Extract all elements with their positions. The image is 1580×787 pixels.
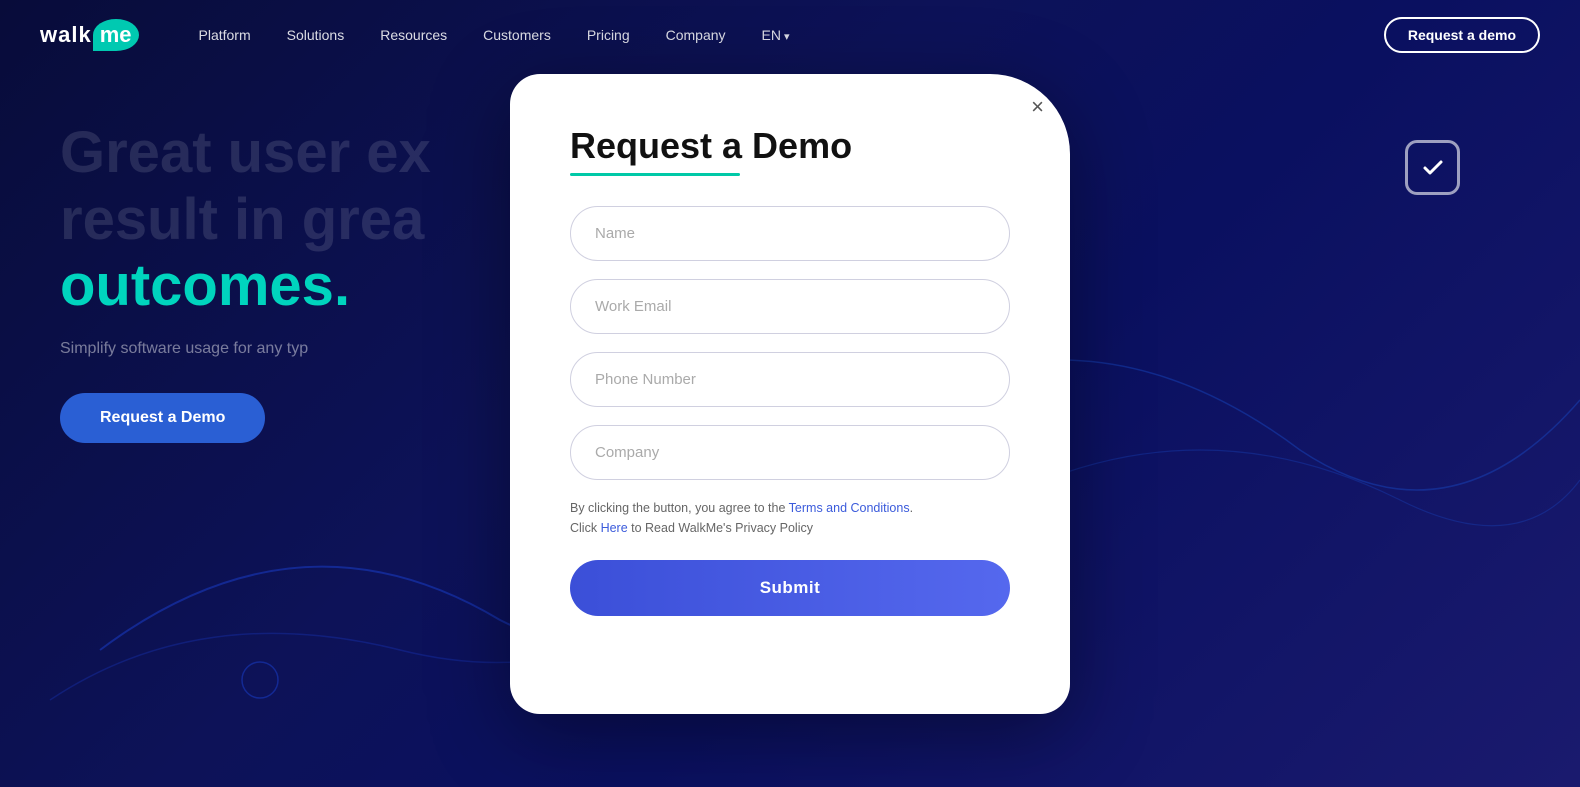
work-email-input[interactable] (570, 279, 1010, 334)
consent-prefix: By clicking the button, you agree to the (570, 501, 789, 515)
request-demo-modal: × Request a Demo By clicking the button,… (510, 74, 1070, 714)
consent-text: By clicking the button, you agree to the… (570, 498, 1010, 538)
title-underline-decoration (570, 173, 740, 176)
modal-title: Request a Demo (570, 124, 1010, 167)
terms-link[interactable]: Terms and Conditions (789, 501, 910, 515)
phone-field-group (570, 352, 1010, 407)
name-input[interactable] (570, 206, 1010, 261)
modal-backdrop: × Request a Demo By clicking the button,… (0, 0, 1580, 787)
modal-close-button[interactable]: × (1031, 96, 1044, 118)
phone-input[interactable] (570, 352, 1010, 407)
name-field-group (570, 206, 1010, 261)
consent-privacy: to Read WalkMe's Privacy Policy (628, 521, 813, 535)
company-input[interactable] (570, 425, 1010, 480)
demo-request-form: By clicking the button, you agree to the… (570, 206, 1010, 616)
privacy-link[interactable]: Here (601, 521, 628, 535)
email-field-group (570, 279, 1010, 334)
company-field-group (570, 425, 1010, 480)
consent-period: . (910, 501, 913, 515)
submit-button[interactable]: Submit (570, 560, 1010, 616)
consent-click: Click (570, 521, 601, 535)
